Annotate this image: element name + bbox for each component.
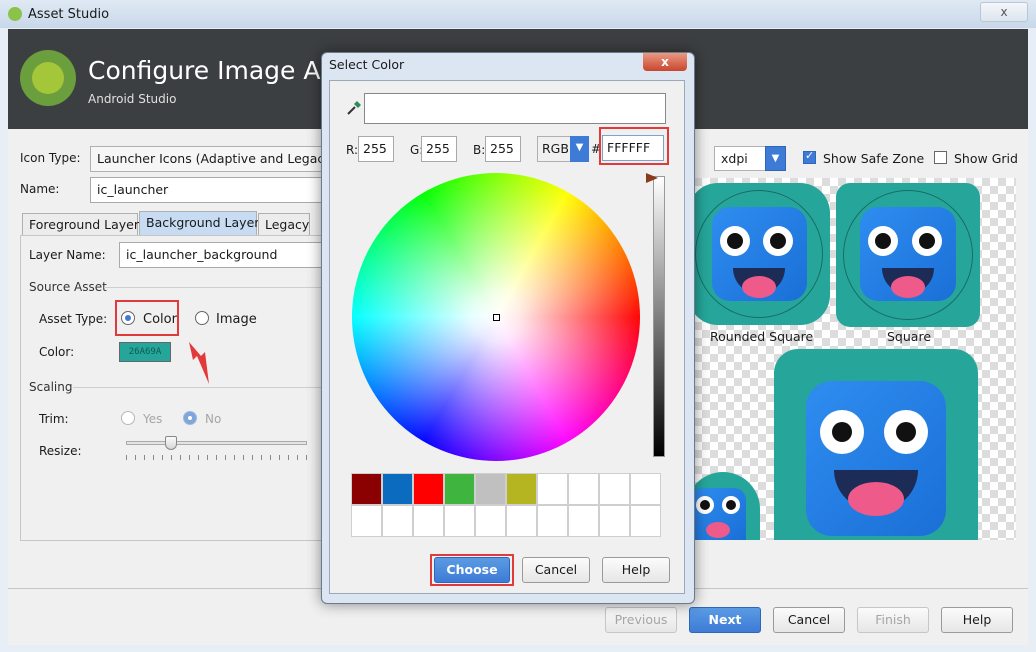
asset-type-image-label: Image [216, 312, 257, 327]
trim-no-radio[interactable] [183, 411, 197, 425]
monster-eye-icon [884, 410, 928, 454]
caption-rounded-square: Rounded Square [710, 329, 814, 344]
icon-type-label: Icon Type: [20, 151, 81, 165]
dialog-close-button[interactable]: x [643, 53, 687, 71]
color-swatch[interactable] [568, 473, 599, 505]
android-head-icon [32, 62, 64, 94]
monster-eye-icon [763, 226, 793, 256]
color-swatch[interactable] [413, 473, 444, 505]
color-swatch[interactable] [599, 473, 630, 505]
monster-eye-icon [722, 496, 740, 514]
brightness-slider-handle-icon[interactable] [646, 171, 660, 185]
trim-label: Trim: [39, 412, 69, 426]
monster-eye-icon [696, 496, 714, 514]
android-studio-icon [8, 7, 22, 21]
color-wheel-cursor[interactable] [493, 314, 500, 321]
asset-type-label: Asset Type: [39, 312, 108, 326]
color-label: Color: [39, 345, 75, 359]
color-swatch[interactable] [506, 505, 537, 537]
resize-slider-track[interactable] [126, 441, 307, 445]
window-title: Asset Studio [28, 7, 110, 22]
tab-foreground-layer[interactable]: Foreground Layer [22, 213, 139, 235]
asset-type-color-radio[interactable] [121, 311, 135, 325]
tab-legacy[interactable]: Legacy [258, 213, 310, 235]
layer-name-label: Layer Name: [29, 248, 106, 262]
color-swatch[interactable] [475, 505, 506, 537]
color-swatch[interactable] [444, 505, 475, 537]
source-asset-heading: Source Asset [29, 280, 107, 294]
recent-colors-palette [351, 473, 662, 537]
trim-yes-radio[interactable] [121, 411, 135, 425]
color-swatch[interactable] [537, 473, 568, 505]
scaling-heading: Scaling [29, 380, 73, 394]
dialog-help-button[interactable]: Help [602, 557, 670, 583]
monster-eye-icon [820, 410, 864, 454]
resize-slider-ticks [126, 455, 307, 460]
color-swatch-button[interactable]: 26A69A [119, 342, 171, 362]
resize-label: Resize: [39, 444, 82, 458]
next-button[interactable]: Next [689, 607, 761, 633]
help-button[interactable]: Help [941, 607, 1013, 633]
previous-button[interactable]: Previous [605, 607, 677, 633]
source-asset-divider [104, 287, 322, 288]
brightness-slider[interactable] [653, 176, 665, 457]
chevron-down-icon[interactable]: ▼ [570, 136, 589, 162]
asset-type-image-radio[interactable] [195, 311, 209, 325]
show-grid-label: Show Grid [954, 151, 1018, 166]
finish-button[interactable]: Finish [857, 607, 929, 633]
red-arrow-annotation [189, 342, 209, 384]
color-swatch[interactable] [382, 473, 413, 505]
color-swatch[interactable] [444, 473, 475, 505]
color-swatch[interactable] [413, 505, 444, 537]
hex-input[interactable]: FFFFFF [602, 135, 664, 161]
color-swatch[interactable] [630, 473, 661, 505]
color-swatch[interactable] [475, 473, 506, 505]
monster-eye-icon [720, 226, 750, 256]
name-label: Name: [20, 182, 60, 196]
monster-eye-icon [868, 226, 898, 256]
color-swatch[interactable] [568, 505, 599, 537]
monster-tongue-icon [848, 482, 904, 516]
page-subtitle: Android Studio [88, 92, 177, 106]
color-swatch[interactable] [537, 505, 568, 537]
color-swatch[interactable] [630, 505, 661, 537]
trim-yes-label: Yes [143, 412, 163, 426]
asset-type-color-label: Color [143, 312, 177, 327]
resize-slider-handle[interactable] [165, 436, 178, 450]
name-input[interactable]: ic_launcher [90, 177, 325, 203]
color-swatch[interactable] [382, 505, 413, 537]
blue-label: B: [473, 143, 486, 157]
eyedropper-icon[interactable] [345, 99, 363, 117]
blue-input[interactable]: 255 [485, 136, 521, 162]
color-swatch[interactable] [599, 505, 630, 537]
monster-tongue-icon [891, 276, 925, 298]
monster-tongue-icon [706, 522, 730, 538]
scaling-divider [73, 387, 322, 388]
dialog-cancel-button[interactable]: Cancel [522, 557, 590, 583]
choose-button[interactable]: Choose [434, 557, 510, 583]
show-grid-checkbox[interactable] [934, 151, 947, 164]
icon-type-select[interactable]: Launcher Icons (Adaptive and Legacy) [90, 146, 325, 172]
monster-tongue-icon [742, 276, 776, 298]
red-input[interactable]: 255 [358, 136, 394, 162]
window-close-button[interactable]: x [980, 2, 1028, 22]
color-swatch[interactable] [351, 473, 382, 505]
cancel-button[interactable]: Cancel [773, 607, 845, 633]
tab-background-layer[interactable]: Background Layer [139, 211, 259, 235]
red-label: R: [346, 143, 359, 157]
dialog-title: Select Color [329, 57, 405, 72]
window-titlebar [0, 0, 1036, 28]
green-input[interactable]: 255 [421, 136, 457, 162]
show-safe-zone-label: Show Safe Zone [823, 151, 925, 166]
trim-no-label: No [205, 412, 222, 426]
color-swatch[interactable] [351, 505, 382, 537]
color-preview-field [364, 93, 666, 124]
layer-name-input[interactable]: ic_launcher_background [119, 242, 325, 268]
chevron-down-icon[interactable]: ▼ [765, 146, 786, 171]
caption-square: Square [887, 329, 932, 344]
color-swatch[interactable] [506, 473, 537, 505]
show-safe-zone-checkbox[interactable] [803, 149, 816, 164]
monster-eye-icon [912, 226, 942, 256]
